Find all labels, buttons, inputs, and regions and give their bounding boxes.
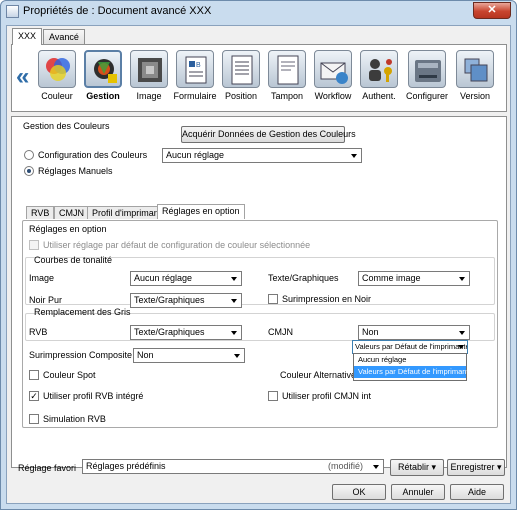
options-title: Réglages en option — [29, 224, 107, 234]
close-button[interactable]: ✕ — [473, 2, 511, 19]
window-title: Propriétés de : Document avancé XXX — [23, 5, 212, 17]
color-management-panel: Gestion des Couleurs Acquérir Données de… — [11, 116, 507, 468]
chevron-down-icon — [231, 277, 237, 281]
form-overlay-icon: B — [176, 50, 214, 88]
cmjn-gray-select[interactable]: Non — [358, 325, 470, 340]
text-graphics-select[interactable]: Comme image — [358, 271, 470, 286]
rvb-label: RVB — [29, 327, 48, 337]
alt-color-label: Couleur Alternative — [280, 370, 357, 380]
chevron-down-icon — [231, 299, 237, 303]
chevron-down-icon — [459, 277, 465, 281]
pure-black-select[interactable]: Texte/Graphiques — [130, 293, 242, 308]
chevron-down-icon: ▾ — [431, 462, 437, 472]
chevron-down-icon: ▾ — [497, 462, 502, 472]
overprint-black-checkbox[interactable] — [268, 294, 278, 304]
text-graphics-select-value: Comme image — [362, 273, 421, 283]
use-rvb-profile-label: Utiliser profil RVB intégré — [43, 391, 144, 401]
favorite-setting-label: Réglage favori — [18, 463, 77, 473]
radio-color-configuration[interactable] — [24, 150, 34, 160]
user-key-icon — [360, 50, 398, 88]
chevron-down-icon — [373, 465, 379, 469]
alt-color-option-printer-default[interactable]: Valeurs par Défaut de l'imprimante — [354, 366, 473, 378]
tab-avance[interactable]: Avancé — [43, 29, 85, 44]
use-cmjn-profile-label: Utiliser profil CMJN int — [282, 391, 372, 401]
composite-overprint-select[interactable]: Non — [133, 348, 245, 363]
modified-indicator: (modifié) — [327, 461, 363, 471]
composite-overprint-label: Surimpression Composite — [29, 350, 133, 360]
alt-color-option-none[interactable]: Aucun réglage — [354, 354, 466, 366]
overprint-black-label: Surimpression en Noir — [282, 294, 372, 304]
cancel-button[interactable]: Annuler — [391, 484, 445, 500]
spot-color-label: Couleur Spot — [43, 370, 96, 380]
subtab-options[interactable]: Réglages en option — [157, 204, 245, 219]
use-default-config-label: Utiliser réglage par défaut de configura… — [43, 240, 311, 250]
mail-workflow-icon — [314, 50, 352, 88]
rvb-simulation-checkbox[interactable] — [29, 414, 39, 424]
chevron-down-icon — [234, 354, 240, 358]
color-circles-icon — [38, 50, 76, 88]
tone-curves-title: Courbes de tonalité — [34, 255, 113, 265]
rvb-gray-select-value: Texte/Graphiques — [134, 327, 205, 337]
alt-color-dropdown-list: Aucun réglage Valeurs par Défaut de l'im… — [353, 353, 473, 381]
section-title: Gestion des Couleurs — [23, 121, 110, 131]
image-select-value: Aucun réglage — [134, 273, 193, 283]
spot-color-checkbox[interactable] — [29, 370, 39, 380]
dialog-window: Propriétés de : Document avancé XXX ✕ XX… — [0, 0, 517, 510]
cmjn-gray-select-value: Non — [362, 327, 379, 337]
use-cmjn-profile-checkbox[interactable] — [268, 391, 278, 401]
page-position-icon — [222, 50, 260, 88]
ribbon-label-version: Version — [459, 91, 491, 101]
text-graphics-label: Texte/Graphiques — [268, 273, 339, 283]
help-button[interactable]: Aide — [450, 484, 504, 500]
favorite-setting-select[interactable]: Réglages prédéfinis (modifié) — [82, 459, 384, 474]
image-label: Image — [29, 273, 55, 283]
svg-text:B: B — [196, 62, 201, 69]
radio-manual-settings[interactable] — [24, 166, 34, 176]
save-favorite-button-label: Enregistrer — [450, 462, 495, 472]
save-favorite-button[interactable]: Enregistrer ▾ — [447, 459, 505, 476]
printer-app-icon — [6, 5, 19, 18]
version-windows-icon — [456, 50, 494, 88]
cmjn-label: CMJN — [268, 327, 293, 337]
restore-button[interactable]: Rétablir ▾ — [390, 459, 444, 476]
ribbon-item-authent[interactable]: Authent. — [358, 48, 400, 108]
title-bar: Propriétés de : Document avancé XXX ✕ — [1, 1, 516, 23]
restore-button-label: Rétablir — [397, 462, 429, 472]
subtab-rvb[interactable]: RVB — [26, 206, 55, 219]
color-configuration-value: Aucun réglage — [166, 150, 225, 160]
alt-color-select-value: Valeurs par Défaut de l'imprimante — [355, 342, 468, 351]
chevron-down-icon — [458, 345, 464, 349]
stamp-icon — [268, 50, 306, 88]
radio-manual-settings-label: Réglages Manuels — [38, 166, 113, 176]
printer-config-icon — [408, 50, 446, 88]
rvb-simulation-label: Simulation RVB — [43, 414, 106, 424]
alt-color-select[interactable]: Valeurs par Défaut de l'imprimante — [352, 340, 468, 354]
pure-black-label: Noir Pur — [29, 295, 63, 305]
use-rvb-profile-checkbox[interactable]: ✓ — [29, 391, 39, 401]
chevron-down-icon — [351, 154, 357, 158]
dialog-body: XXX Avancé « Couleur Gestion Image B For… — [6, 25, 511, 504]
gray-replacement-title: Remplacement des Gris — [34, 307, 131, 317]
composite-overprint-value: Non — [137, 350, 154, 360]
feature-ribbon: « Couleur Gestion Image B Formulaire Pos… — [11, 44, 507, 112]
favorite-setting-value: Réglages prédéfinis — [86, 461, 166, 471]
image-select[interactable]: Aucun réglage — [130, 271, 242, 286]
chevron-down-icon — [231, 331, 237, 335]
color-configuration-select[interactable]: Aucun réglage — [162, 148, 362, 163]
use-default-config-checkbox[interactable] — [29, 240, 39, 250]
tab-xxx[interactable]: XXX — [12, 28, 43, 45]
ribbon-item-configurer[interactable]: Configurer — [406, 48, 448, 108]
scroll-left-icon[interactable]: « — [16, 63, 29, 91]
acquire-color-data-button[interactable]: Acquérir Données de Gestion des Couleurs — [181, 126, 356, 143]
chevron-down-icon — [459, 331, 465, 335]
rvb-gray-select[interactable]: Texte/Graphiques — [130, 325, 242, 340]
image-quality-icon — [130, 50, 168, 88]
subtab-cmjn[interactable]: CMJN — [54, 206, 89, 219]
ok-button[interactable]: OK — [332, 484, 386, 500]
ribbon-item-version[interactable]: Version — [454, 48, 496, 108]
color-management-icon — [84, 50, 122, 88]
radio-color-configuration-label: Configuration des Couleurs — [38, 150, 148, 160]
pure-black-select-value: Texte/Graphiques — [134, 295, 205, 305]
